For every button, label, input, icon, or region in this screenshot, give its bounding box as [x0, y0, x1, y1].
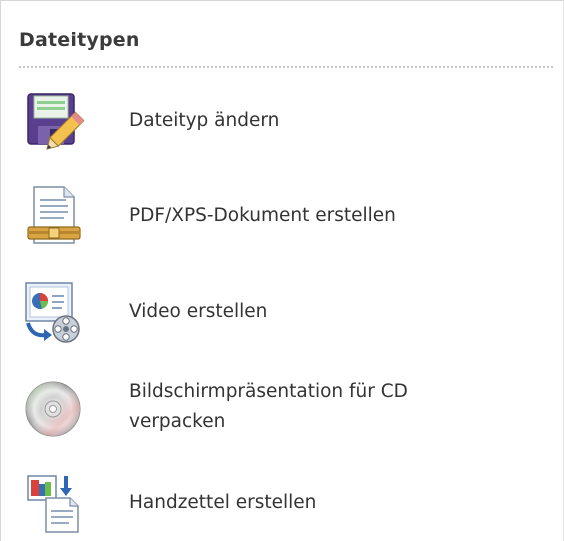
cd-disc-icon: [15, 372, 91, 442]
create-handouts-label: Handzettel erstellen: [129, 492, 317, 513]
dotted-divider: [19, 66, 553, 68]
change-file-type-label: Dateityp ändern: [129, 110, 280, 131]
section-heading: Dateitypen: [19, 29, 140, 51]
floppy-disk-pencil-icon: [15, 86, 91, 156]
file-types-panel: Dateitypen Dateityp ändern PDF/XPS-Dokum…: [0, 0, 564, 541]
package-for-cd-item[interactable]: Bildschirmpräsentation für CD verpacken: [15, 372, 555, 442]
package-for-cd-label: Bildschirmpräsentation für CD verpacken: [129, 381, 408, 432]
create-pdf-xps-label: PDF/XPS-Dokument erstellen: [129, 205, 396, 226]
change-file-type-item[interactable]: Dateityp ändern: [15, 86, 555, 156]
video-presentation-icon: [15, 277, 91, 347]
pdf-document-icon: [15, 181, 91, 251]
create-video-label: Video erstellen: [129, 301, 268, 322]
create-video-item[interactable]: Video erstellen: [15, 277, 555, 347]
handout-icon: [15, 468, 91, 538]
create-handouts-item[interactable]: Handzettel erstellen: [15, 468, 555, 538]
create-pdf-xps-item[interactable]: PDF/XPS-Dokument erstellen: [15, 181, 555, 251]
